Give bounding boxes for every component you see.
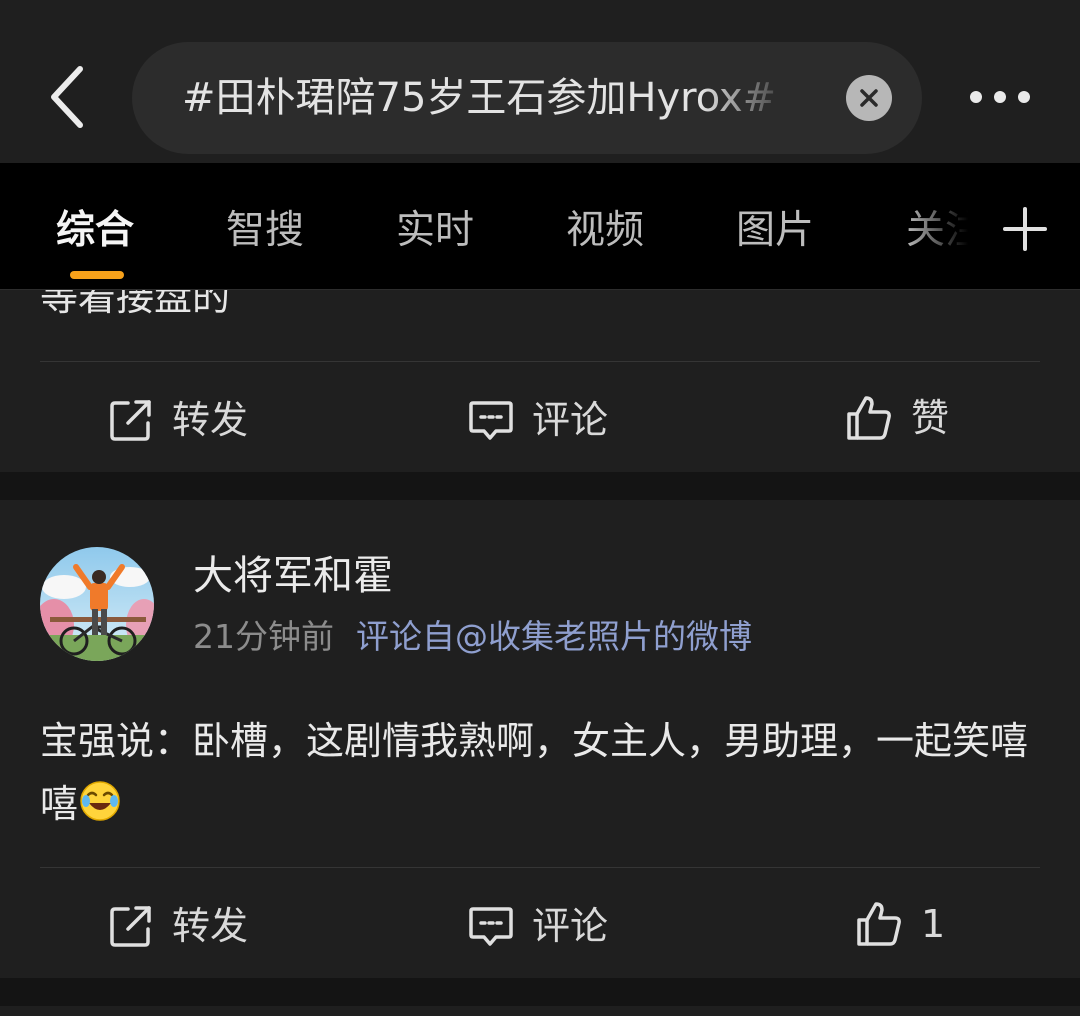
status-bar [0,0,1080,20]
more-dot-icon [970,91,982,103]
close-icon [860,89,878,107]
repost-button[interactable]: 转发 [108,390,248,450]
feed: 等着接盘的 转发 评论 赞 大将军和霍 21分钟前 评论自@收集老照片的微博 宝… [0,290,1080,1016]
comment-icon [469,401,513,440]
avatar-image [40,547,154,661]
post-separator [0,978,1080,1006]
comment-icon [469,907,513,946]
like-count: 1 [921,902,946,946]
share-icon [110,906,151,947]
post-body: 宝强说：卧槽，这剧情我熟啊，女主人，男助理，一起笑嘻嘻 [40,719,1029,826]
more-dot-icon [994,91,1006,103]
comment-label: 评论 [532,398,609,442]
thumbs-up-icon [857,902,901,946]
search-bar[interactable]: #田朴珺陪75岁王石参加Hyrox# [132,42,922,154]
laugh-cry-emoji-icon [80,781,120,821]
like-button[interactable]: 赞 [845,388,949,448]
thumbs-up-icon [847,396,891,440]
tab-images[interactable]: 图片 [736,201,814,261]
post-separator [0,472,1080,500]
repost-button[interactable]: 转发 [108,896,248,956]
add-tab-icon[interactable] [1000,204,1050,254]
like-label: 赞 [911,396,950,440]
back-button[interactable] [34,62,98,132]
source-link[interactable]: 评论自@收集老照片的微博 [356,617,752,656]
tab-video[interactable]: 视频 [566,201,644,261]
comment-button[interactable]: 评论 [468,896,608,956]
post-meta: 21分钟前 评论自@收集老照片的微博 [193,613,752,661]
tab-comprehensive[interactable]: 综合 [56,201,134,261]
clear-search-button[interactable] [846,75,892,121]
avatar[interactable] [40,547,154,661]
share-icon [110,400,151,441]
more-dot-icon [1018,91,1030,103]
active-tab-indicator [70,271,124,279]
post-text: 宝强说：卧槽，这剧情我熟啊，女主人，男助理，一起笑嘻嘻 [40,710,1040,836]
top-bar: #田朴珺陪75岁王石参加Hyrox# [0,0,1080,163]
search-tabs: 综合 智搜 实时 视频 图片 关注 [0,163,1080,290]
repost-label: 转发 [172,398,249,442]
more-options-button[interactable] [955,72,1045,122]
tabs-fade [905,201,975,261]
post-time: 21分钟前 [193,617,334,656]
tab-smart-search[interactable]: 智搜 [226,201,304,261]
divider [40,361,1040,362]
repost-label: 转发 [172,904,249,948]
like-button[interactable]: 1 [855,894,945,954]
search-query[interactable]: #田朴珺陪75岁王石参加Hyrox# [182,72,792,124]
username[interactable]: 大将军和霍 [193,548,393,604]
chevron-left-icon [51,66,83,128]
divider [40,867,1040,868]
previous-post-text: 等着接盘的 [40,290,231,319]
comment-label: 评论 [532,904,609,948]
comment-button[interactable]: 评论 [468,390,608,450]
tab-realtime[interactable]: 实时 [396,201,474,261]
